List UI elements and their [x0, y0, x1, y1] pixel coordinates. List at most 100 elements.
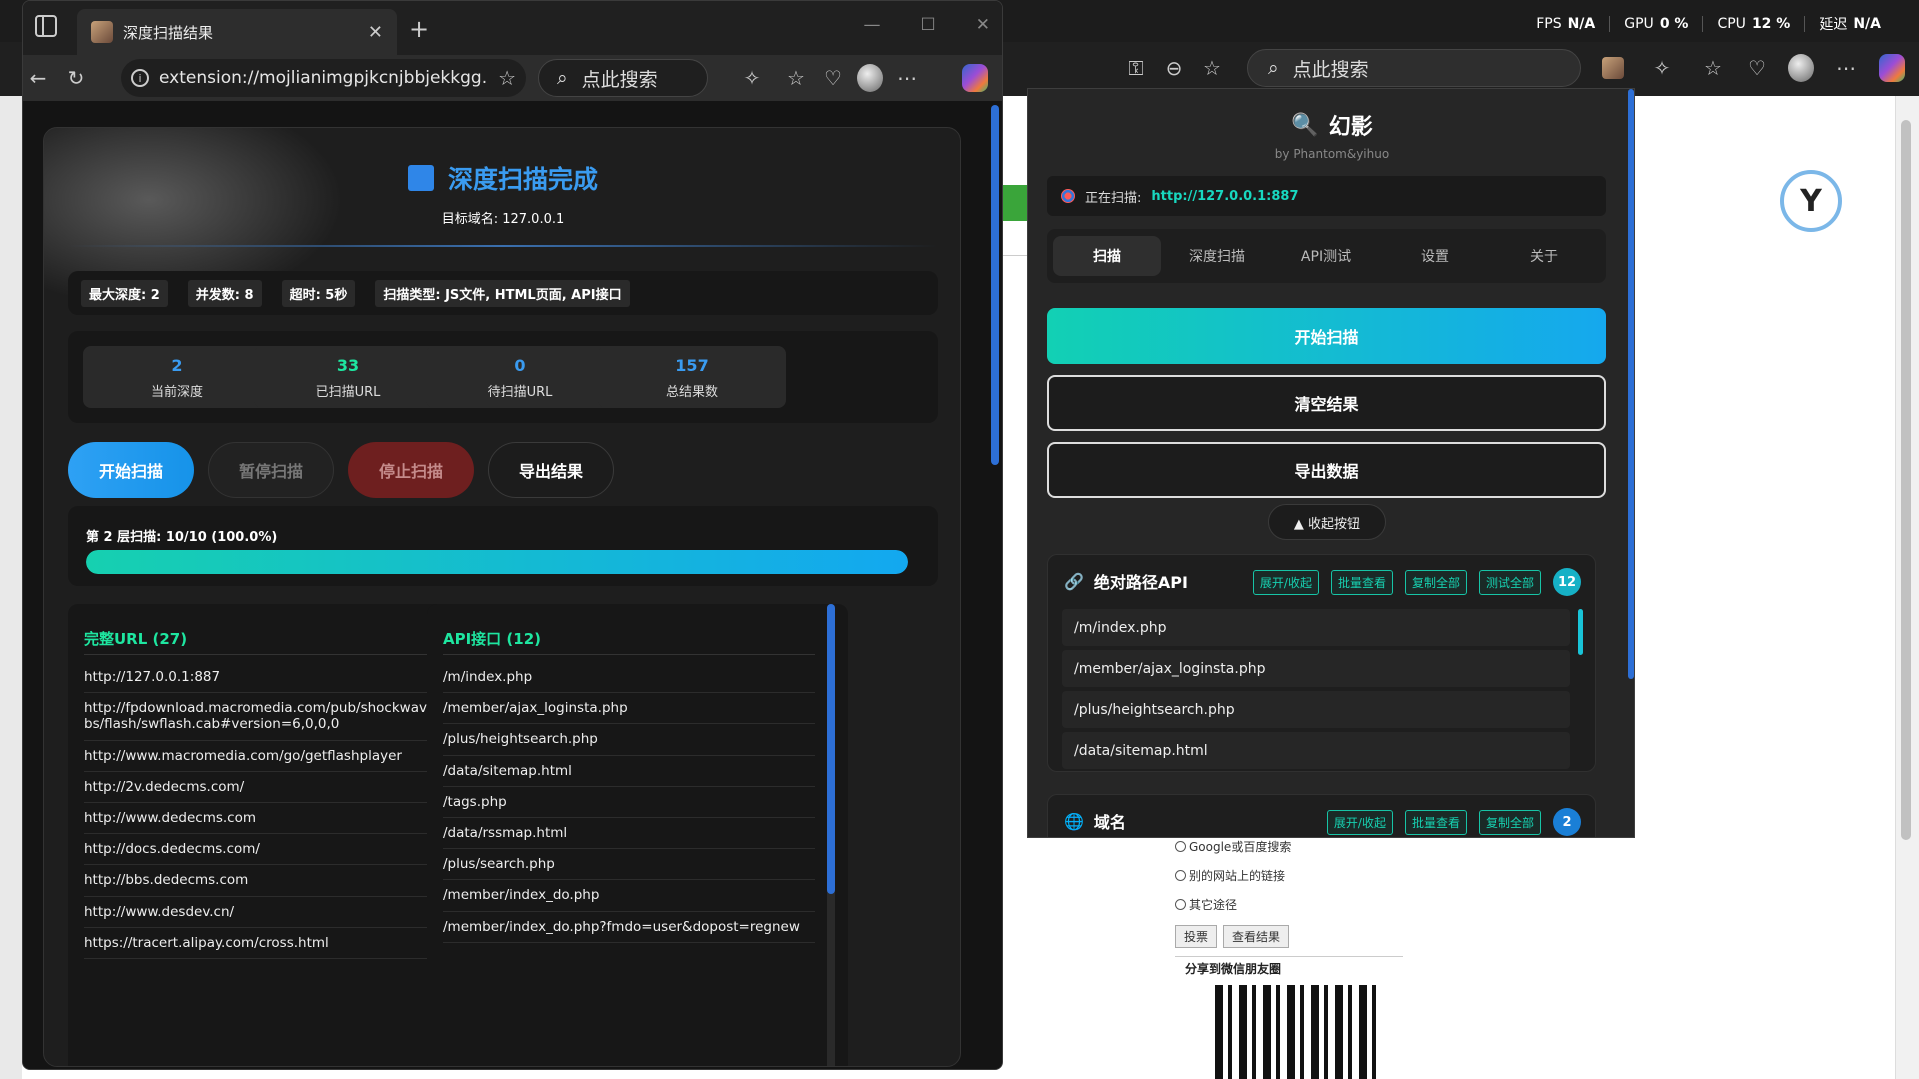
close-window-icon[interactable]: ✕: [976, 15, 990, 35]
page-content: 深度扫描完成 目标域名: 127.0.0.1 最大深度: 2 并发数: 8 超时…: [23, 101, 1002, 1069]
list-item[interactable]: /plus/heightsearch.php: [1062, 691, 1570, 728]
list-item[interactable]: http://fpdownload.macromedia.com/pub/sho…: [84, 693, 456, 741]
list-item[interactable]: http://docs.dedecms.com/: [84, 834, 456, 866]
browser-essentials-icon[interactable]: ♡: [1744, 55, 1770, 81]
param-concurrency: 并发数: 8: [187, 279, 262, 307]
favorite-star-icon[interactable]: ☆: [1199, 55, 1225, 81]
list-item[interactable]: http://2v.dedecms.com/: [84, 772, 456, 803]
tab-settings[interactable]: 设置: [1381, 236, 1489, 276]
refresh-icon[interactable]: ↻: [63, 65, 89, 91]
search-box[interactable]: ⌕ 点此搜索: [538, 59, 708, 97]
more-menu-icon[interactable]: ⋯: [894, 65, 920, 91]
perf-fps: FPS N/A: [1522, 16, 1611, 32]
extensions-puzzle-icon[interactable]: ✧: [1649, 55, 1675, 81]
vote-option[interactable]: 别的网站上的链接: [1175, 867, 1403, 884]
expand-collapse-button[interactable]: 展开/收起: [1252, 569, 1319, 595]
vote-option[interactable]: Google或百度搜索: [1175, 838, 1403, 855]
tab-deep-scan-results[interactable]: 深度扫描结果 ✕: [77, 9, 397, 55]
site-logo-icon[interactable]: Y: [1780, 170, 1842, 232]
minimize-icon[interactable]: —: [864, 15, 881, 35]
pause-scan-button[interactable]: 暂停扫描: [208, 442, 334, 498]
key-icon[interactable]: ⚿: [1123, 55, 1149, 81]
stat-label: 总结果数: [665, 385, 718, 400]
info-icon[interactable]: i: [131, 69, 149, 87]
list-item[interactable]: /data/rssmap.html: [443, 818, 815, 850]
list-item[interactable]: /member/index_do.php?fmdo=user&dopost=re…: [443, 912, 815, 943]
view-results-button[interactable]: 查看结果: [1223, 925, 1290, 948]
list-item[interactable]: http://www.macromedia.com/go/getflashpla…: [84, 741, 456, 772]
divider: [68, 245, 938, 247]
extensions-puzzle-icon[interactable]: ✧: [739, 65, 765, 91]
new-tab-icon[interactable]: +: [409, 15, 429, 43]
list-item[interactable]: /member/ajax_loginsta.php: [1062, 650, 1570, 687]
tab-deep-scan[interactable]: 深度扫描: [1163, 236, 1271, 276]
copilot-icon[interactable]: [962, 64, 988, 92]
list-item[interactable]: http://127.0.0.1:887: [84, 662, 456, 694]
list-item[interactable]: /member/index_do.php: [443, 880, 815, 912]
list-item[interactable]: /m/index.php: [443, 662, 815, 694]
list-item[interactable]: /plus/search.php: [443, 849, 815, 881]
address-text: extension://mojlianimgpjkcnjbbjekkgg...: [159, 68, 489, 88]
vote-option[interactable]: 其它途径: [1175, 896, 1403, 913]
export-data-button[interactable]: 导出数据: [1047, 442, 1606, 498]
scan-results-card: 深度扫描完成 目标域名: 127.0.0.1 最大深度: 2 并发数: 8 超时…: [43, 127, 961, 1067]
clear-results-button[interactable]: 清空结果: [1047, 375, 1606, 431]
popup-title: 🔍 幻影: [1291, 112, 1373, 141]
list-item[interactable]: /tags.php: [443, 787, 815, 818]
maximize-icon[interactable]: ☐: [921, 15, 936, 35]
profile-avatar-icon[interactable]: [1788, 54, 1814, 82]
list-item[interactable]: /plus/heightsearch.php: [443, 724, 815, 756]
list-item[interactable]: http://www.desdev.cn/: [84, 897, 456, 928]
list-item[interactable]: https://tracert.alipay.com/cross.html: [84, 928, 456, 959]
close-icon[interactable]: ✕: [368, 22, 383, 43]
more-menu-icon[interactable]: ⋯: [1833, 55, 1859, 81]
progress-label: 第 2 层扫描: 10/10 (100.0%): [86, 530, 278, 545]
start-scan-button[interactable]: 开始扫描: [68, 442, 194, 498]
browser-essentials-icon[interactable]: ♡: [820, 65, 846, 91]
tab-bar: 深度扫描结果 ✕ + — ☐ ✕: [23, 1, 1002, 55]
popup-scrollbar-thumb[interactable]: [1628, 89, 1634, 679]
zoom-out-icon[interactable]: ⊖: [1161, 55, 1187, 81]
list-item[interactable]: http://www.dedecms.com: [84, 803, 456, 835]
tab-api-test[interactable]: API测试: [1272, 236, 1380, 276]
start-scan-button[interactable]: 开始扫描: [1047, 308, 1606, 364]
search-placeholder: 点此搜索: [1292, 58, 1369, 81]
back-arrow-icon[interactable]: ←: [25, 65, 51, 91]
section-actions: 展开/收起 批量查看 复制全部 2: [1326, 808, 1581, 836]
export-results-button[interactable]: 导出结果: [488, 442, 614, 498]
collapse-buttons-button[interactable]: ▲ 收起按钮: [1268, 504, 1386, 540]
expand-collapse-button[interactable]: 展开/收起: [1326, 809, 1393, 835]
profile-avatar-icon[interactable]: [857, 64, 883, 92]
background-page-edge: [0, 96, 22, 1079]
tab-scan[interactable]: 扫描: [1053, 236, 1161, 276]
window-scrollbar-thumb[interactable]: [991, 105, 999, 465]
extension-favicon-icon[interactable]: [1600, 55, 1626, 81]
batch-view-button[interactable]: 批量查看: [1404, 809, 1467, 835]
list-item[interactable]: /data/sitemap.html: [443, 756, 815, 787]
copy-all-button[interactable]: 复制全部: [1478, 809, 1541, 835]
favorites-list-icon[interactable]: ☆: [1700, 55, 1726, 81]
qr-code-image: [1215, 985, 1380, 1079]
background-search-box[interactable]: ⌕ 点此搜索: [1247, 49, 1581, 87]
address-bar[interactable]: i extension://mojlianimgpjkcnjbbjekkgg..…: [121, 59, 526, 97]
batch-view-button[interactable]: 批量查看: [1330, 569, 1393, 595]
vote-button[interactable]: 投票: [1175, 925, 1218, 948]
tab-about[interactable]: 关于: [1490, 236, 1598, 276]
list-scrollbar-thumb[interactable]: [1578, 609, 1583, 655]
background-scrollbar-thumb[interactable]: [1901, 120, 1911, 840]
progress-fill: [86, 550, 908, 574]
copy-all-button[interactable]: 复制全部: [1404, 569, 1467, 595]
favorites-list-icon[interactable]: ☆: [783, 65, 809, 91]
list-item[interactable]: /m/index.php: [1062, 609, 1570, 646]
favorite-star-icon[interactable]: ☆: [498, 66, 516, 90]
magnifier-icon: 🔍: [1291, 112, 1319, 138]
copilot-icon[interactable]: [1879, 54, 1905, 82]
list-item[interactable]: /member/ajax_loginsta.php: [443, 693, 815, 725]
list-item[interactable]: /data/sitemap.html: [1062, 732, 1570, 769]
list-item[interactable]: http://bbs.dedecms.com: [84, 865, 456, 897]
test-all-button[interactable]: 测试全部: [1478, 569, 1541, 595]
tab-actions-icon[interactable]: [35, 15, 57, 37]
background-green-block: [1003, 185, 1027, 221]
scrollbar-thumb[interactable]: [827, 604, 835, 894]
stop-scan-button[interactable]: 停止扫描: [348, 442, 474, 498]
